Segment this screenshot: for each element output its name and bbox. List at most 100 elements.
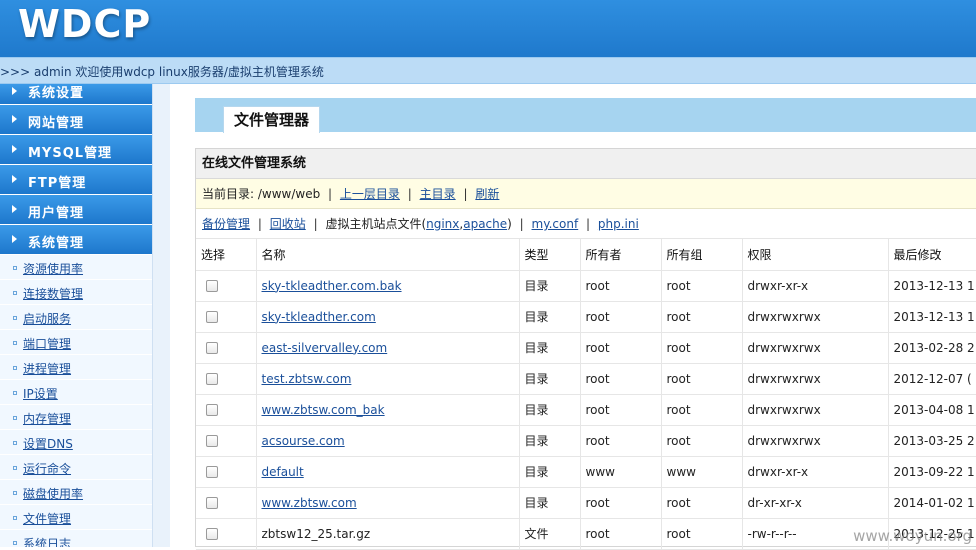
sidebar-item-file-management[interactable]: 文件管理 <box>0 505 152 530</box>
menu-system-management[interactable]: 系统管理 <box>0 225 152 255</box>
home-directory-link[interactable]: 主目录 <box>420 187 456 201</box>
file-name-link[interactable]: default <box>262 465 304 479</box>
triangle-right-icon <box>12 145 17 153</box>
menu-label: 系统设置 <box>28 84 84 101</box>
php-ini-link[interactable]: php.ini <box>598 217 639 231</box>
apache-link[interactable]: apache <box>463 217 507 231</box>
permissions-cell: drwxr-xr-x <box>742 270 888 301</box>
square-bullet-icon <box>13 341 17 345</box>
sidebar-item-disk-usage[interactable]: 磁盘使用率 <box>0 480 152 505</box>
select-checkbox[interactable] <box>206 342 218 354</box>
type-cell: 目录 <box>519 270 580 301</box>
backup-management-link[interactable]: 备份管理 <box>202 217 250 231</box>
sidebar-item-dns[interactable]: 设置DNS <box>0 430 152 455</box>
select-checkbox[interactable] <box>206 404 218 416</box>
select-checkbox[interactable] <box>206 280 218 292</box>
menu-mysql-management[interactable]: MYSQL管理 <box>0 135 152 165</box>
sidebar-item-ports[interactable]: 端口管理 <box>0 330 152 355</box>
type-cell: 目录 <box>519 332 580 363</box>
sidebar-item-resource-usage[interactable]: 资源使用率 <box>0 255 152 280</box>
sidebar-item-label[interactable]: 系统日志 <box>23 535 71 547</box>
select-checkbox[interactable] <box>206 466 218 478</box>
file-name-link[interactable]: sky-tkleadther.com.bak <box>262 279 402 293</box>
select-checkbox[interactable] <box>206 497 218 509</box>
tab-file-manager[interactable]: 文件管理器 <box>223 106 320 133</box>
sidebar-scrollbar[interactable] <box>152 84 170 547</box>
modified-cell: 2012-12-07 ( <box>888 363 976 394</box>
select-cell <box>196 332 256 363</box>
permissions-cell: drwxrwxrwx <box>742 425 888 456</box>
sidebar-item-run-command[interactable]: 运行命令 <box>0 455 152 480</box>
file-name-link[interactable]: test.zbtsw.com <box>262 372 352 386</box>
sidebar-item-connections[interactable]: 连接数管理 <box>0 280 152 305</box>
column-header-permissions[interactable]: 权限 <box>742 239 888 270</box>
column-header-name[interactable]: 名称 <box>256 239 519 270</box>
group-cell: root <box>661 394 742 425</box>
watermark: www.woyun.org <box>853 527 972 545</box>
permissions-cell: dr-xr-xr-x <box>742 487 888 518</box>
sidebar-item-label[interactable]: 内存管理 <box>23 410 71 427</box>
square-bullet-icon <box>13 366 17 370</box>
sidebar-item-system-log[interactable]: 系统日志 <box>0 530 152 547</box>
sidebar-item-label[interactable]: 进程管理 <box>23 360 71 377</box>
sidebar-item-label[interactable]: 连接数管理 <box>23 285 83 302</box>
sidebar-item-label[interactable]: 磁盘使用率 <box>23 485 83 502</box>
welcome-text: >>> admin 欢迎使用wdcp linux服务器/虚拟主机管理系统 <box>0 63 324 80</box>
sidebar-item-label[interactable]: IP设置 <box>23 385 58 402</box>
menu-system-settings[interactable]: 系统设置 <box>0 84 152 105</box>
sidebar-item-label[interactable]: 运行命令 <box>23 460 71 477</box>
sidebar-item-label[interactable]: 启动服务 <box>23 310 71 327</box>
square-bullet-icon <box>13 491 17 495</box>
square-bullet-icon <box>13 441 17 445</box>
sidebar-item-label[interactable]: 端口管理 <box>23 335 71 352</box>
name-cell: default <box>256 456 519 487</box>
name-cell: sky-tkleadther.com <box>256 301 519 332</box>
sidebar-item-label[interactable]: 设置DNS <box>23 435 73 452</box>
select-checkbox[interactable] <box>206 311 218 323</box>
select-checkbox[interactable] <box>206 528 218 540</box>
column-header-modified[interactable]: 最后修改 <box>888 239 976 270</box>
owner-cell: root <box>580 332 661 363</box>
file-name-link[interactable]: www.zbtsw.com_bak <box>262 403 385 417</box>
select-cell <box>196 487 256 518</box>
owner-cell: root <box>580 394 661 425</box>
permissions-cell: drwxrwxrwx <box>742 301 888 332</box>
nginx-link[interactable]: nginx <box>426 217 459 231</box>
table-row: default目录wwwwwwdrwxr-xr-x2013-09-22 1 <box>196 456 976 487</box>
sidebar-item-processes[interactable]: 进程管理 <box>0 355 152 380</box>
file-name-link[interactable]: acsourse.com <box>262 434 345 448</box>
refresh-link[interactable]: 刷新 <box>475 187 499 201</box>
group-cell: root <box>661 270 742 301</box>
recycle-bin-link[interactable]: 回收站 <box>270 217 306 231</box>
menu-ftp-management[interactable]: FTP管理 <box>0 165 152 195</box>
menu-label: 用户管理 <box>28 202 84 221</box>
file-name-link[interactable]: sky-tkleadther.com <box>262 310 376 324</box>
menu-site-management[interactable]: 网站管理 <box>0 105 152 135</box>
group-cell: www <box>661 456 742 487</box>
owner-cell: root <box>580 270 661 301</box>
header-banner: WDCP <box>0 0 976 57</box>
column-header-type[interactable]: 类型 <box>519 239 580 270</box>
my-conf-link[interactable]: my.conf <box>532 217 579 231</box>
column-header-group[interactable]: 所有组 <box>661 239 742 270</box>
sidebar-item-ip-settings[interactable]: IP设置 <box>0 380 152 405</box>
menu-user-management[interactable]: 用户管理 <box>0 195 152 225</box>
sidebar-item-startup-services[interactable]: 启动服务 <box>0 305 152 330</box>
select-checkbox[interactable] <box>206 435 218 447</box>
name-cell: test.zbtsw.com <box>256 363 519 394</box>
sidebar-item-memory[interactable]: 内存管理 <box>0 405 152 430</box>
column-header-owner[interactable]: 所有者 <box>580 239 661 270</box>
file-name-link[interactable]: east-silvervalley.com <box>262 341 388 355</box>
sidebar-item-label[interactable]: 文件管理 <box>23 510 71 527</box>
name-cell: sky-tkleadther.com.bak <box>256 270 519 301</box>
file-name-link[interactable]: www.zbtsw.com <box>262 496 357 510</box>
file-name: zbtsw12_25.tar.gz <box>262 527 371 541</box>
separator: | <box>310 217 322 231</box>
type-cell: 目录 <box>519 456 580 487</box>
parent-directory-link[interactable]: 上一层目录 <box>340 187 400 201</box>
panel-title: 在线文件管理系统 <box>196 149 976 179</box>
select-cell <box>196 394 256 425</box>
select-checkbox[interactable] <box>206 373 218 385</box>
sidebar-item-label[interactable]: 资源使用率 <box>23 260 83 277</box>
triangle-right-icon <box>12 87 17 95</box>
